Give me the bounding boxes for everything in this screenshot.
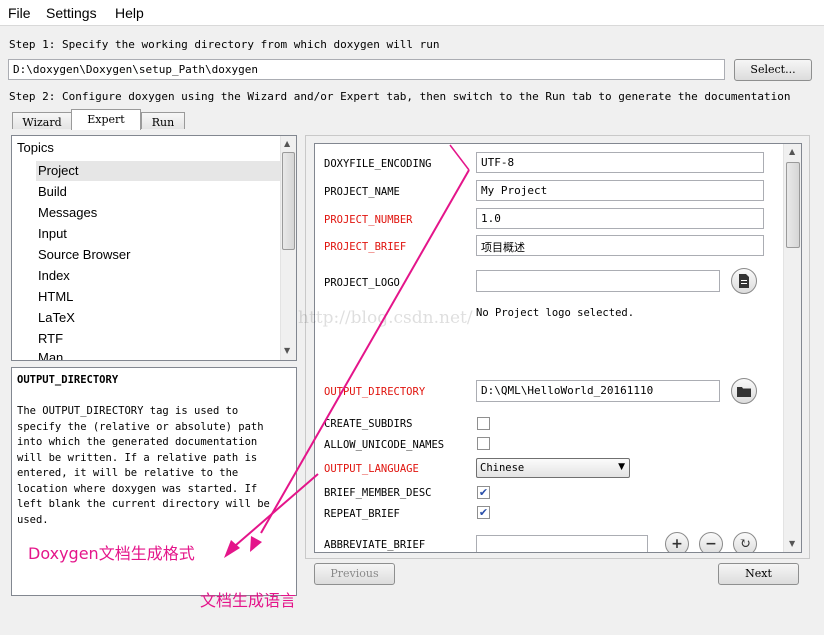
tab-expert[interactable]: Expert — [71, 109, 141, 130]
language-arrow-line — [235, 473, 319, 546]
annotation-language: 文档生成语言 — [200, 591, 297, 610]
format-arrow-tail — [449, 144, 470, 171]
format-arrow-line — [260, 169, 470, 534]
annotation-format: Doxygen文档生成格式 — [28, 544, 195, 563]
format-arrow-head — [250, 536, 262, 552]
